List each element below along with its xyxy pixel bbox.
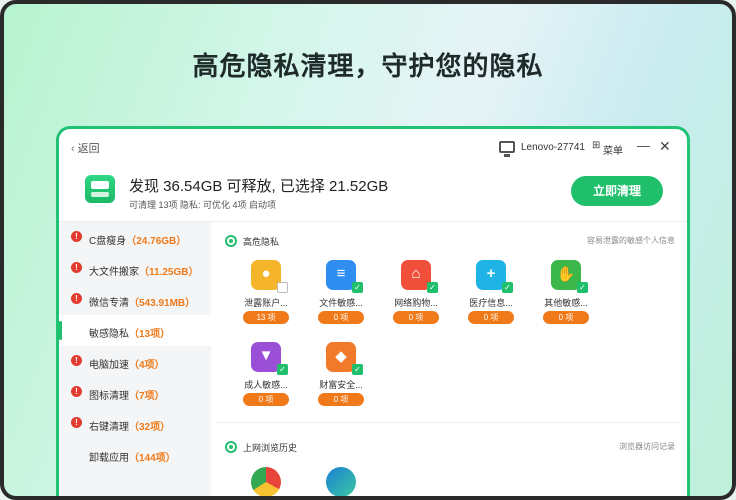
sidebar-item-icons[interactable]: ! 图标清理（7项） <box>59 377 211 408</box>
summary-bar: 发现 36.54GB 可释放, 已选择 21.52GB 可清理 13项 隐私: … <box>59 165 687 221</box>
sidebar-item-c-drive[interactable]: ! C盘瘦身（24.76GB） <box>59 222 211 253</box>
back-button[interactable]: ‹ 返回 <box>71 140 100 156</box>
tile-count: 0 项 <box>393 311 439 324</box>
chrome-icon[interactable] <box>251 467 281 496</box>
alert-icon: ! <box>71 262 82 273</box>
menu-button[interactable]: 菜单 <box>603 142 623 157</box>
headline: 高危隐私清理，守护您的隐私 <box>192 51 544 81</box>
privacy-tile[interactable]: ● 泄露账户... 13 项 <box>233 260 299 332</box>
privacy-tile[interactable]: ≡ ✓ 文件敏感... 0 项 <box>308 260 374 332</box>
tile-name: 财富安全... <box>319 380 363 390</box>
sidebar-item-count: （11.25GB） <box>139 267 199 278</box>
tile-name: 其他敏感... <box>544 298 588 308</box>
tile-checkbox[interactable] <box>277 282 288 293</box>
sidebar-item-large-files[interactable]: ! 大文件搬家（11.25GB） <box>59 253 211 284</box>
sidebar-item-label: 敏感隐私 <box>89 329 129 340</box>
tile-count: 0 项 <box>243 393 289 406</box>
sidebar-item-wechat[interactable]: ! 微信专清（543.91MB） <box>59 284 211 315</box>
section-note: 容易泄露的敏感个人信息 <box>587 236 675 245</box>
summary-subline: 可清理 13项 隐私: 可优化 4项 启动项 <box>129 200 277 210</box>
found-summary: 发现 36.54GB 可释放, 已选择 21.52GB <box>129 178 389 195</box>
tile-checkbox[interactable]: ✓ <box>502 282 513 293</box>
shield-icon <box>225 235 237 247</box>
drive-icon <box>85 175 115 203</box>
section-title: 上网浏览历史 <box>243 443 298 453</box>
alert-icon: ! <box>71 293 82 304</box>
tile-count: 0 项 <box>318 393 364 406</box>
sidebar-item-label: 微信专清 <box>89 298 129 309</box>
sidebar-item-label: 图标清理 <box>89 391 129 402</box>
sidebar-item-count: （543.91MB） <box>129 298 196 309</box>
tile-count: 0 项 <box>468 311 514 324</box>
sidebar-item-uninstall[interactable]: 卸载应用（144项） <box>59 439 211 470</box>
computer-icon <box>499 141 515 157</box>
sidebar-item-speedup[interactable]: ! 电脑加速（4项） <box>59 346 211 377</box>
sidebar-item-label: 卸载应用 <box>89 453 129 464</box>
title-bar: ‹ 返回 Lenovo-27741 ⊞ 菜单 — ✕ <box>59 129 687 165</box>
sidebar-item-label: 右键清理 <box>89 422 129 433</box>
menu-grid-icon[interactable]: ⊞ <box>592 140 600 151</box>
section-header-high-risk: 高危隐私 容易泄露的敏感个人信息 <box>225 234 675 250</box>
sidebar-item-label: 大文件搬家 <box>89 267 139 278</box>
edge-icon[interactable] <box>326 467 356 496</box>
sidebar-item-label: 电脑加速 <box>89 360 129 371</box>
sidebar-item-count: （13项） <box>129 329 171 340</box>
section-header-browsing: 上网浏览历史 浏览器访问记录 <box>225 440 675 456</box>
sidebar-item-privacy[interactable]: 敏感隐私（13项） <box>59 315 211 346</box>
tile-name: 成人敏感... <box>244 380 288 390</box>
tile-checkbox[interactable]: ✓ <box>427 282 438 293</box>
tile-name: 医疗信息... <box>469 298 513 308</box>
main-panel: 高危隐私 容易泄露的敏感个人信息 ● 泄露账户... 13 项 ≡ ✓ 文件敏感… <box>211 222 687 496</box>
computer-name: Lenovo-27741 <box>521 142 585 153</box>
tile-name: 泄露账户... <box>244 298 288 308</box>
alert-icon: ! <box>71 231 82 242</box>
sidebar-item-count: （32项） <box>129 422 171 433</box>
tile-count: 0 项 <box>318 311 364 324</box>
sidebar-item-label: C盘瘦身 <box>89 236 127 247</box>
sidebar-item-count: （144项） <box>129 453 176 464</box>
tile-name: 网络购物... <box>394 298 438 308</box>
privacy-tile[interactable]: ⌂ ✓ 网络购物... 0 项 <box>383 260 449 332</box>
promo-frame: 高危隐私清理，守护您的隐私 ‹ 返回 Lenovo-27741 ⊞ 菜单 — ✕ … <box>0 0 736 500</box>
privacy-tile[interactable]: ▼ ✓ 成人敏感... 0 项 <box>233 342 299 414</box>
section-note: 浏览器访问记录 <box>619 442 675 451</box>
sidebar-item-count: （4项） <box>129 360 165 371</box>
back-label: 返回 <box>77 143 100 155</box>
tile-checkbox[interactable]: ✓ <box>577 282 588 293</box>
app-window: ‹ 返回 Lenovo-27741 ⊞ 菜单 — ✕ 发现 36.54GB 可释放… <box>56 126 690 496</box>
chevron-left-icon: ‹ <box>71 143 75 155</box>
tile-count: 0 项 <box>543 311 589 324</box>
alert-icon: ! <box>71 386 82 397</box>
privacy-tile[interactable]: + ✓ 医疗信息... 0 项 <box>458 260 524 332</box>
tile-checkbox[interactable]: ✓ <box>352 364 363 375</box>
section-divider <box>217 422 681 423</box>
sidebar-item-context-menu[interactable]: ! 右键清理（32项） <box>59 408 211 439</box>
privacy-tile[interactable]: ◆ ✓ 财富安全... 0 项 <box>308 342 374 414</box>
tile-name: 文件敏感... <box>319 298 363 308</box>
tile-count: 13 项 <box>243 311 289 324</box>
globe-icon <box>225 441 237 453</box>
tile-checkbox[interactable]: ✓ <box>277 364 288 375</box>
clean-now-button[interactable]: 立即清理 <box>571 176 663 206</box>
close-icon[interactable]: ✕ <box>659 138 671 155</box>
sidebar-item-count: （24.76GB） <box>126 236 187 247</box>
alert-icon: ! <box>71 417 82 428</box>
privacy-tile[interactable]: ✋ ✓ 其他敏感... 0 项 <box>533 260 599 332</box>
tile-checkbox[interactable]: ✓ <box>352 282 363 293</box>
section-title: 高危隐私 <box>243 237 280 247</box>
sidebar-item-count: （7项） <box>129 391 165 402</box>
alert-icon: ! <box>71 355 82 366</box>
minimize-icon[interactable]: — <box>637 138 650 153</box>
sidebar: ! C盘瘦身（24.76GB） ! 大文件搬家（11.25GB） ! 微信专清（… <box>59 222 211 496</box>
